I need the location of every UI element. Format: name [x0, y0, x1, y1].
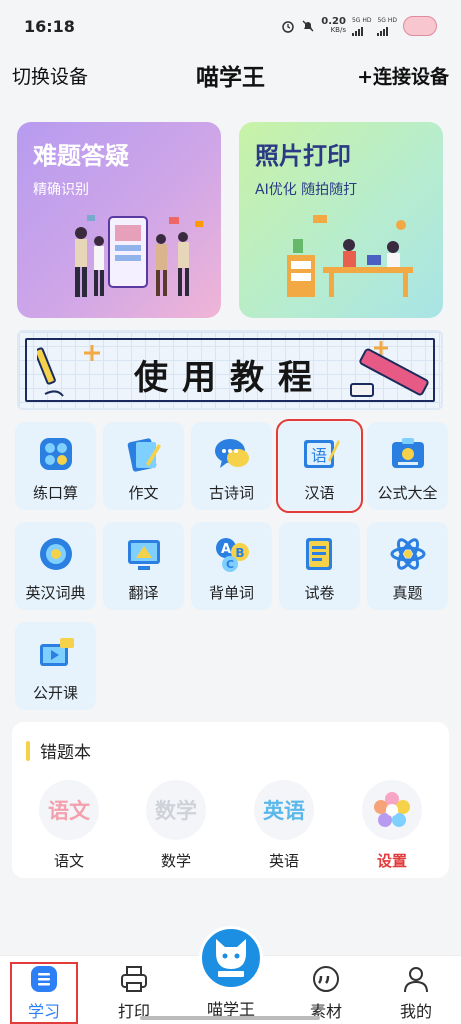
- writing-icon: [127, 438, 161, 472]
- signal-strength-1: 5G HD: [351, 17, 371, 36]
- subject-label: 设置: [376, 852, 407, 870]
- signal-bars-icon: [377, 24, 389, 36]
- mute-bell-icon: [302, 20, 314, 32]
- status-bar: 16:18 0.20 KB/s 5G HD 5G HD: [0, 0, 461, 52]
- formula-card-icon: [391, 438, 424, 468]
- cat-book-icon: [216, 939, 246, 977]
- tile-label: 真题: [392, 584, 423, 602]
- subject-label: 语文: [53, 852, 84, 870]
- chat-bubble-icon: [214, 439, 249, 468]
- wrong-question-book: 错题本 语文 语文 数学 数学 英语 英语 设置: [12, 722, 449, 878]
- subject-math-badge: 数学: [146, 780, 206, 840]
- connect-device-button[interactable]: +连接设备: [357, 62, 449, 89]
- quote-bubble-icon: [313, 966, 339, 992]
- home-indicator: [140, 1016, 320, 1020]
- subject-english[interactable]: 英语 英语: [249, 780, 319, 871]
- user-profile-icon: [404, 967, 428, 993]
- tile-memorize-words[interactable]: A B C 背单词: [191, 522, 272, 610]
- tile-exam-papers[interactable]: 试卷: [279, 522, 360, 610]
- video-lesson-icon: [39, 638, 74, 666]
- wrong-book-title: 错题本: [40, 743, 91, 763]
- tile-label: 汉语: [304, 484, 335, 502]
- subject-math[interactable]: 数学 数学: [141, 780, 211, 871]
- nav-study[interactable]: 学习: [10, 962, 78, 1024]
- translate-board-icon: [127, 540, 160, 570]
- photo-print-card[interactable]: 照片打印 AI优化 随拍随打: [239, 122, 443, 318]
- page-title: 喵学王: [196, 65, 265, 91]
- subject-chinese[interactable]: 语文 语文: [34, 780, 104, 871]
- wrong-book-header: 错题本: [26, 738, 91, 763]
- chinese-language-icon: 语: [303, 440, 340, 468]
- tile-oral-arithmetic[interactable]: 练口算: [15, 422, 96, 510]
- tile-label: 练口算: [32, 484, 78, 502]
- nav-materials[interactable]: 素材: [294, 964, 358, 1022]
- alarm-icon: [282, 21, 295, 33]
- settings-badge: [362, 780, 422, 840]
- switch-device-button[interactable]: 切换设备: [12, 62, 88, 89]
- card-title: 照片打印: [255, 142, 351, 170]
- network-speed: 0.20 KB/s: [321, 16, 346, 35]
- app-header: 切换设备 喵学王 +连接设备: [0, 52, 461, 98]
- card-subtitle: 精确识别: [33, 182, 89, 198]
- tile-ancient-poetry[interactable]: 古诗词: [191, 422, 272, 510]
- signal-bars-icon: [351, 24, 363, 36]
- tile-label: 公开课: [32, 684, 78, 702]
- atom-icon: [390, 538, 425, 570]
- card-subtitle: AI优化 随拍随打: [255, 182, 358, 198]
- card-title: 难题答疑: [33, 142, 129, 170]
- study-icon: [31, 966, 57, 992]
- study-desk-illustration: [287, 215, 413, 297]
- calculator-icon: [39, 438, 72, 470]
- tile-label: 翻译: [128, 584, 159, 602]
- subject-label: 英语: [268, 852, 299, 870]
- tile-english-chinese-dictionary[interactable]: 英汉词典: [15, 522, 96, 610]
- subject-chinese-badge: 语文: [39, 780, 99, 840]
- status-icons: 0.20 KB/s 5G HD 5G HD: [281, 16, 437, 36]
- tile-chinese[interactable]: 语 汉语: [276, 419, 363, 513]
- tile-label: 试卷: [304, 584, 335, 602]
- svg-text:B: B: [235, 546, 244, 560]
- tile-label: 作文: [128, 484, 159, 502]
- subject-label: 数学: [160, 852, 191, 870]
- tile-label: 英汉词典: [25, 584, 86, 602]
- svg-text:A: A: [220, 542, 230, 557]
- svg-text:C: C: [225, 558, 233, 571]
- section-marker: [26, 740, 30, 761]
- tile-translate[interactable]: 翻译: [103, 522, 184, 610]
- tile-past-exam-questions[interactable]: 真题: [367, 522, 448, 610]
- printer-icon: [121, 966, 147, 992]
- status-time: 16:18: [24, 16, 75, 36]
- nav-miaoxuewang-button[interactable]: [199, 926, 263, 990]
- svg-text:语: 语: [310, 446, 326, 465]
- nav-mine[interactable]: 我的: [384, 964, 448, 1022]
- question-answer-card[interactable]: 难题答疑 精确识别: [17, 122, 221, 318]
- tile-open-course[interactable]: 公开课: [15, 622, 96, 710]
- cutter-knife-icon: [350, 348, 429, 397]
- dictionary-icon: [39, 538, 72, 570]
- people-discussion-illustration: [75, 215, 203, 297]
- tile-label: 古诗词: [208, 484, 254, 502]
- tile-composition[interactable]: 作文: [103, 422, 184, 510]
- tile-formula-collection[interactable]: 公式大全: [367, 422, 448, 510]
- subject-english-badge: 英语: [254, 780, 314, 840]
- flower-gear-icon: [374, 792, 410, 827]
- tutorial-banner[interactable]: 使用教程: [17, 330, 443, 410]
- abc-icon: A B C: [215, 538, 249, 572]
- tile-label: 公式大全: [377, 484, 438, 502]
- nav-label: 我的: [399, 1002, 432, 1021]
- nav-print[interactable]: 打印: [102, 964, 166, 1022]
- battery-icon: [403, 16, 437, 36]
- exam-paper-icon: [305, 538, 332, 570]
- signal-strength-2: 5G HD: [377, 17, 397, 36]
- tile-label: 背单词: [208, 584, 254, 602]
- nav-label: 学习: [27, 1002, 60, 1021]
- settings-button[interactable]: 设置: [357, 780, 427, 871]
